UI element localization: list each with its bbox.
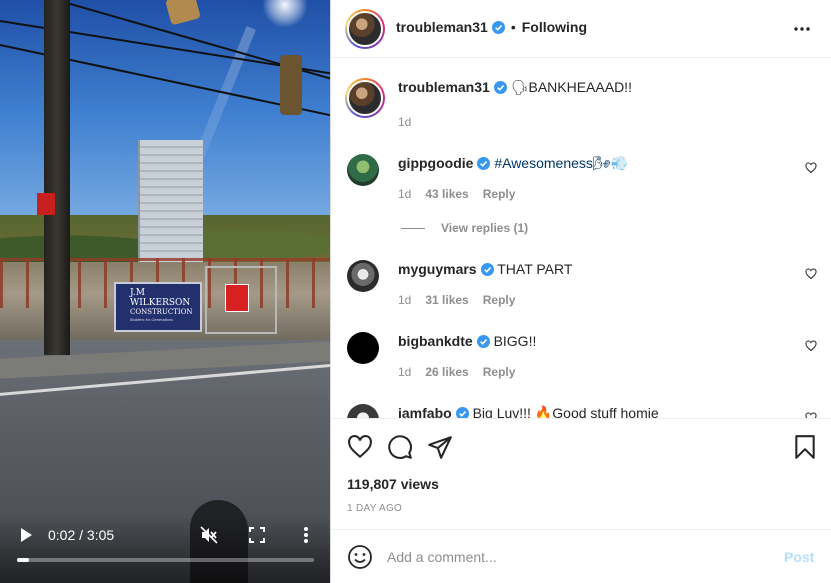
avatar[interactable] bbox=[347, 154, 379, 186]
comment-body: myguymars THAT PART bbox=[398, 260, 798, 278]
following-button[interactable]: Following bbox=[522, 19, 587, 35]
comment-meta: 1d 26 likes Reply bbox=[398, 365, 529, 379]
verified-badge-icon bbox=[455, 407, 469, 418]
avatar[interactable] bbox=[347, 260, 379, 292]
caption-time[interactable]: 1d bbox=[398, 115, 411, 129]
comment-username[interactable]: iamfabo bbox=[398, 405, 452, 418]
add-comment-bar: Post bbox=[331, 529, 831, 583]
view-count[interactable]: 119,807 views bbox=[347, 476, 439, 492]
separator-dot: • bbox=[510, 19, 516, 35]
avatar[interactable] bbox=[347, 332, 379, 364]
comment-meta: 1d 43 likes Reply bbox=[398, 187, 529, 201]
video-progress-fill bbox=[17, 558, 29, 562]
comment-username[interactable]: myguymars bbox=[398, 261, 477, 277]
comment-username[interactable]: bigbankdte bbox=[398, 333, 473, 349]
post-time[interactable]: 1 DAY AGO bbox=[347, 503, 402, 514]
comment-text: Big Luv!!! 🔥Good stuff homie bbox=[472, 405, 659, 418]
heart-icon[interactable] bbox=[805, 162, 817, 174]
muted-speaker-icon[interactable] bbox=[200, 526, 218, 544]
comment-time[interactable]: 1d bbox=[398, 293, 411, 307]
verified-badge-icon bbox=[493, 81, 507, 94]
video-controls bbox=[0, 515, 330, 583]
reply-button[interactable]: Reply bbox=[483, 187, 516, 201]
reply-button[interactable]: Reply bbox=[483, 365, 516, 379]
share-icon[interactable] bbox=[427, 434, 453, 460]
fullscreen-icon[interactable] bbox=[249, 527, 265, 543]
verified-badge-icon bbox=[491, 21, 505, 34]
avatar[interactable] bbox=[347, 404, 379, 418]
heart-icon[interactable] bbox=[805, 268, 817, 280]
pole-sign bbox=[37, 193, 55, 215]
view-replies-button[interactable]: View replies (1) bbox=[401, 221, 528, 235]
comment-body: bigbankdte BIGG!! bbox=[398, 332, 798, 350]
comment-text: BIGG!! bbox=[493, 333, 537, 349]
vertical-ellipsis-icon[interactable] bbox=[298, 526, 314, 544]
comment-text[interactable]: #Awesomeness🌬💨 bbox=[494, 155, 628, 171]
comment-body: gippgoodie #Awesomeness🌬💨 bbox=[398, 154, 798, 172]
heart-icon[interactable] bbox=[347, 434, 373, 460]
comment-likes[interactable]: 26 likes bbox=[425, 365, 468, 379]
horizontal-ellipsis-icon[interactable] bbox=[793, 20, 811, 38]
comment-body: iamfabo Big Luv!!! 🔥Good stuff homie bbox=[398, 404, 798, 418]
video-player[interactable]: J.M WILKERSON CONSTRUCTION Builders for … bbox=[0, 0, 330, 583]
caption-username[interactable]: troubleman31 bbox=[398, 79, 490, 95]
header-username[interactable]: troubleman31 bbox=[396, 19, 488, 35]
comment-icon[interactable] bbox=[387, 434, 413, 460]
heart-icon[interactable] bbox=[805, 340, 817, 352]
verified-badge-icon bbox=[477, 157, 491, 170]
traffic-signal bbox=[280, 55, 302, 115]
comment-likes[interactable]: 43 likes bbox=[425, 187, 468, 201]
bookmark-icon[interactable] bbox=[792, 434, 818, 460]
comments-list[interactable]: troubleman31 🗣BANKHEAAAD!! 1d gippgoodie… bbox=[331, 58, 831, 418]
caption-body: troubleman31 🗣BANKHEAAAD!! bbox=[398, 78, 798, 96]
verified-badge-icon bbox=[476, 335, 490, 348]
post-button[interactable]: Post bbox=[784, 549, 814, 565]
comment-time[interactable]: 1d bbox=[398, 365, 411, 379]
avatar[interactable] bbox=[345, 9, 385, 49]
view-replies-label: View replies (1) bbox=[441, 221, 529, 235]
post-actions: 119,807 views 1 DAY AGO bbox=[331, 418, 831, 528]
caption-meta: 1d bbox=[398, 115, 425, 129]
sign-line-4: Builders for Generations bbox=[130, 317, 174, 322]
post-header: troubleman31 • Following bbox=[331, 0, 831, 58]
red-sign bbox=[225, 284, 249, 312]
video-progress-bar[interactable] bbox=[17, 558, 314, 562]
comment-text: THAT PART bbox=[497, 261, 573, 277]
caption-text: 🗣BANKHEAAAD!! bbox=[510, 79, 632, 95]
comment-time[interactable]: 1d bbox=[398, 187, 411, 201]
avatar[interactable] bbox=[345, 78, 385, 118]
utility-pole bbox=[44, 0, 70, 355]
post-panel: troubleman31 • Following troubleman31 🗣BAN… bbox=[330, 0, 831, 583]
play-icon[interactable] bbox=[18, 527, 34, 543]
video-time: 0:02 / 3:05 bbox=[48, 527, 115, 543]
sign-line-3: CONSTRUCTION bbox=[130, 308, 193, 316]
comment-username[interactable]: gippgoodie bbox=[398, 155, 473, 171]
comment-input[interactable] bbox=[387, 543, 767, 571]
construction-sign: J.M WILKERSON CONSTRUCTION Builders for … bbox=[114, 282, 202, 332]
view-replies-line bbox=[401, 228, 425, 230]
comment-meta: 1d 31 likes Reply bbox=[398, 293, 529, 307]
verified-badge-icon bbox=[480, 263, 494, 276]
header-user: troubleman31 • Following bbox=[396, 18, 587, 36]
comment-likes[interactable]: 31 likes bbox=[425, 293, 468, 307]
reply-button[interactable]: Reply bbox=[483, 293, 516, 307]
sign-line-2: WILKERSON bbox=[130, 298, 191, 308]
emoji-icon[interactable] bbox=[347, 544, 373, 570]
sign-line-1: J.M bbox=[130, 288, 145, 298]
